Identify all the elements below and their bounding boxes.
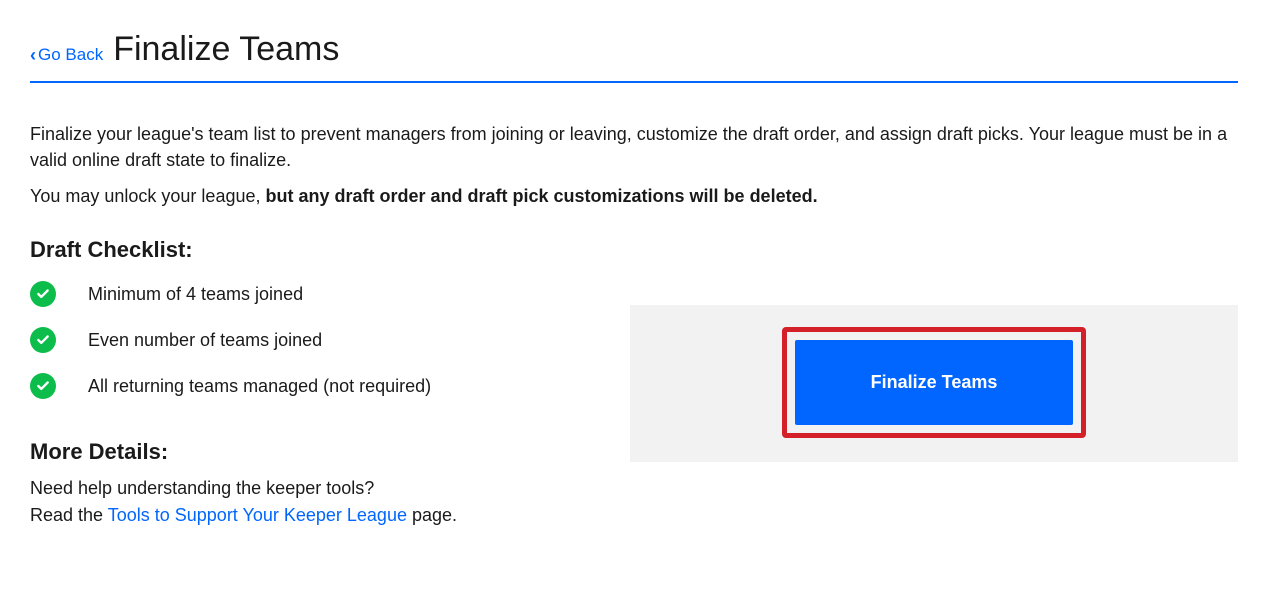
draft-checklist: Minimum of 4 teams joined Even number of… xyxy=(30,281,610,399)
checklist-item: All returning teams managed (not require… xyxy=(30,373,610,399)
action-panel: Finalize Teams xyxy=(630,305,1238,462)
check-icon xyxy=(30,373,56,399)
title-divider xyxy=(30,81,1238,83)
unlock-bold: but any draft order and draft pick custo… xyxy=(266,186,818,206)
go-back-link[interactable]: ‹ Go Back xyxy=(30,44,103,65)
details-line2-prefix: Read the xyxy=(30,505,108,525)
checklist-item: Even number of teams joined xyxy=(30,327,610,353)
checklist-heading: Draft Checklist: xyxy=(30,237,610,263)
go-back-label: Go Back xyxy=(38,45,103,65)
page-title: Finalize Teams xyxy=(113,30,339,69)
unlock-note: You may unlock your league, but any draf… xyxy=(30,183,1238,209)
checklist-item: Minimum of 4 teams joined xyxy=(30,281,610,307)
details-line2-suffix: page. xyxy=(407,505,457,525)
details-line1: Need help understanding the keeper tools… xyxy=(30,478,374,498)
check-icon xyxy=(30,327,56,353)
unlock-prefix: You may unlock your league, xyxy=(30,186,266,206)
intro-text: Finalize your league's team list to prev… xyxy=(30,121,1238,173)
keeper-tools-link[interactable]: Tools to Support Your Keeper League xyxy=(108,505,407,525)
highlight-frame: Finalize Teams xyxy=(782,327,1087,438)
more-details-heading: More Details: xyxy=(30,439,610,465)
checklist-item-label: Minimum of 4 teams joined xyxy=(88,284,303,305)
checklist-item-label: Even number of teams joined xyxy=(88,330,322,351)
more-details-text: Need help understanding the keeper tools… xyxy=(30,475,610,529)
finalize-teams-button[interactable]: Finalize Teams xyxy=(795,340,1074,425)
check-icon xyxy=(30,281,56,307)
checklist-item-label: All returning teams managed (not require… xyxy=(88,376,431,397)
chevron-left-icon: ‹ xyxy=(30,45,36,66)
